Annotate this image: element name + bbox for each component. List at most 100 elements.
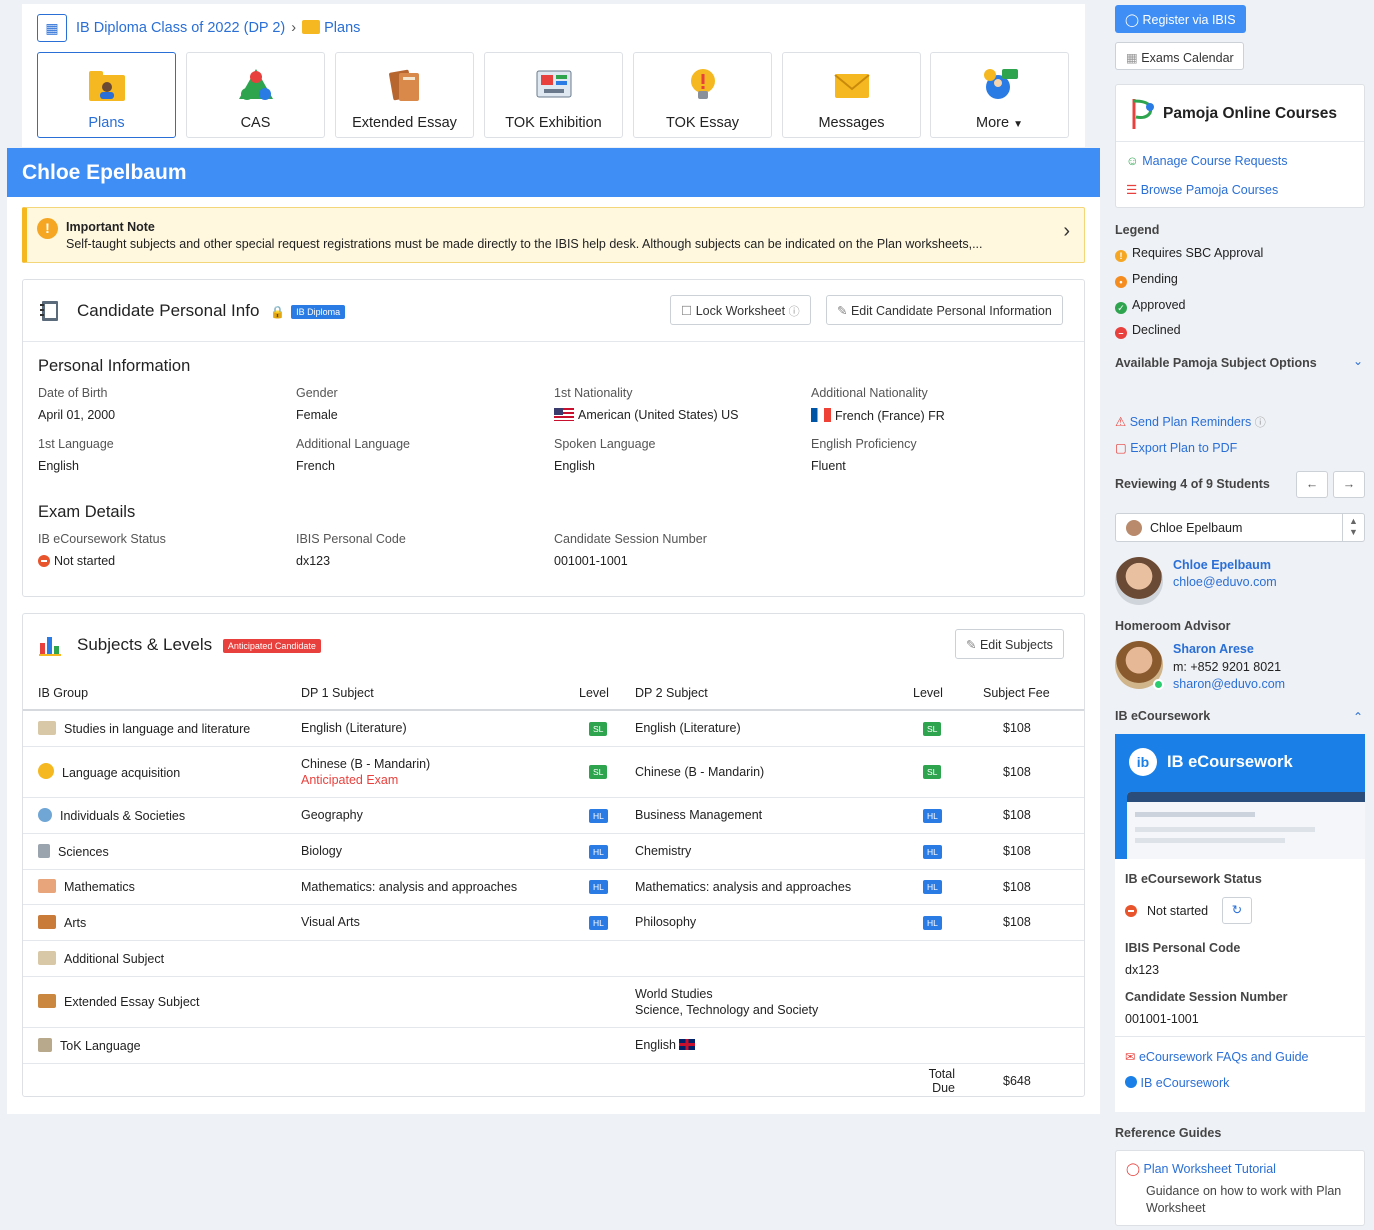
dp2-subject: Chinese (B - Mandarin) xyxy=(635,746,913,798)
lock-icon: ☐ xyxy=(681,304,693,318)
nav-tile-tok-exhibition[interactable]: TOK Exhibition xyxy=(484,52,623,138)
student-avatar xyxy=(1115,557,1163,605)
envelope-icon xyxy=(833,74,870,98)
refresh-button[interactable]: ↻ xyxy=(1222,897,1252,924)
bell-icon: ⚠ xyxy=(1115,415,1127,429)
arrow-left-icon: ← xyxy=(1305,477,1319,491)
book-icon xyxy=(38,720,56,735)
total-row: Total Due $648 xyxy=(23,1063,1084,1098)
important-note-banner[interactable]: ! Important Note Self-taught subjects an… xyxy=(22,207,1085,263)
student-name-link[interactable]: Chloe Epelbaum xyxy=(1173,558,1271,572)
nav-tile-messages[interactable]: Messages xyxy=(782,52,921,138)
nav-tile-tok-essay[interactable]: TOK Essay xyxy=(633,52,772,138)
subject-fee: $108 xyxy=(969,797,1084,834)
exhibition-icon xyxy=(536,70,571,98)
help-chat-icon xyxy=(983,69,1018,99)
nav-tile-label: Messages xyxy=(818,115,885,131)
nav-tile-more[interactable]: More ▼ xyxy=(930,52,1069,138)
nav-tile-label: TOK Essay xyxy=(665,115,740,131)
breadcrumb-class-link[interactable]: IB Diploma Class of 2022 (DP 2) xyxy=(76,20,285,36)
breadcrumb-plans-link[interactable]: Plans xyxy=(324,20,360,36)
total-due-value: $648 xyxy=(1003,1073,1031,1088)
student-select[interactable]: Chloe Epelbaum ▲ ▼ xyxy=(1115,513,1365,542)
level-badge: HL xyxy=(589,844,608,859)
level-badge: HL xyxy=(589,880,608,894)
advisor-email-link[interactable]: sharon@eduvo.com xyxy=(1173,677,1285,691)
manage-course-requests-link[interactable]: ☺ Manage Course Requests xyxy=(1126,154,1287,168)
table-row: Arts Visual Arts HL Philosophy HL $108 xyxy=(23,904,1084,941)
subject-fee: $108 xyxy=(969,710,1084,747)
edit-subjects-label: Edit Subjects xyxy=(979,638,1053,652)
select-arrows-icon: ▲ ▼ xyxy=(1349,516,1358,537)
group-name: Additional Subject xyxy=(64,951,165,966)
ibis-code-value: dx123 xyxy=(296,554,331,568)
session-number-value: 001001-1001 xyxy=(554,554,628,568)
advisor-name-link[interactable]: Sharon Arese xyxy=(1173,642,1254,656)
ibis-code-label: IBIS Personal Code xyxy=(296,532,406,546)
chevron-down-icon[interactable]: ⌄ xyxy=(1353,354,1363,368)
group-name: Individuals & Societies xyxy=(60,808,186,823)
compass-icon xyxy=(38,879,56,893)
uk-flag-icon xyxy=(679,1039,696,1050)
palette-icon xyxy=(38,914,56,929)
plan-worksheet-tutorial-label: Plan Worksheet Tutorial xyxy=(1143,1162,1276,1176)
dp1-subject: Mathematics: analysis and approaches xyxy=(301,869,579,905)
ecoursework-status-label: IB eCoursework Status xyxy=(38,532,166,546)
manage-course-requests-label: Manage Course Requests xyxy=(1142,154,1288,168)
lock-worksheet-button[interactable]: ☐ Lock Worksheet ⓘ xyxy=(670,295,811,325)
spoken-language-value: English xyxy=(554,459,595,473)
browse-pamoja-courses-link[interactable]: ☰ Browse Pamoja Courses xyxy=(1126,182,1278,197)
student-select-value: Chloe Epelbaum xyxy=(1150,521,1243,535)
divider xyxy=(1342,514,1343,541)
reference-guide-description: Guidance on how to work with Plan Worksh… xyxy=(1146,1184,1342,1215)
plan-worksheet-tutorial-link[interactable]: ◯ Plan Worksheet Tutorial xyxy=(1126,1161,1276,1176)
dp1-subject: Chinese (B - Mandarin) xyxy=(301,756,431,771)
edit-personal-info-button[interactable]: ✎ Edit Candidate Personal Information xyxy=(826,295,1063,325)
group-name: Sciences xyxy=(58,844,109,859)
table-row: Individuals & Societies Geography HL Bus… xyxy=(23,797,1084,834)
chevron-right-icon[interactable]: › xyxy=(1063,220,1070,243)
level-badge: HL xyxy=(589,915,608,930)
export-plan-pdf-link[interactable]: ▢ Export Plan to PDF xyxy=(1115,440,1237,455)
apps-grid-icon[interactable]: ▦ xyxy=(37,14,67,42)
ecw-session-label: Candidate Session Number xyxy=(1125,990,1288,1004)
fr-flag-icon xyxy=(811,408,831,422)
nav-tile-plans[interactable]: Plans xyxy=(37,52,176,138)
total-due-label: Total Due xyxy=(928,1066,955,1095)
export-plan-pdf-label: Export Plan to PDF xyxy=(1130,441,1238,455)
group-name: Extended Essay Subject xyxy=(64,995,200,1009)
nav-tile-label: CAS xyxy=(240,115,271,131)
table-row: Extended Essay Subject World Studies Scie… xyxy=(23,976,1084,1028)
send-plan-reminders-link[interactable]: ⚠ Send Plan Reminders ⓘ xyxy=(1115,414,1266,430)
exclamation-icon: ! xyxy=(1115,250,1127,262)
ecw-app-link[interactable]: IB eCoursework xyxy=(1125,1076,1229,1090)
register-ibis-button[interactable]: ◯ Register via IBIS xyxy=(1115,5,1246,33)
card-title: Candidate Personal Info xyxy=(77,301,260,320)
nav-tile-label: More xyxy=(976,115,1010,131)
table-header-row: IB Group DP 1 Subject Level DP 2 Subject… xyxy=(23,676,1084,711)
note-body: Self-taught subjects and other special r… xyxy=(66,237,983,251)
exams-calendar-button[interactable]: ▦ Exams Calendar xyxy=(1115,42,1244,70)
chevron-up-icon[interactable]: ⌃ xyxy=(1353,710,1363,724)
pamoja-options-toggle[interactable]: Available Pamoja Subject Options xyxy=(1115,356,1317,370)
globe-icon xyxy=(38,807,52,822)
ecw-code-value: dx123 xyxy=(1125,963,1160,977)
pamoja-logo-icon xyxy=(1132,99,1154,129)
legend-requires-sbc: Requires SBC Approval xyxy=(1132,246,1264,260)
reference-guide-card: ◯ Plan Worksheet Tutorial Guidance on ho… xyxy=(1115,1150,1365,1226)
advisor-phone: m: +852 9201 8021 xyxy=(1173,660,1282,674)
ecw-faq-link[interactable]: ✉ eCoursework FAQs and Guide xyxy=(1125,1049,1309,1064)
info-icon: ⓘ xyxy=(1254,417,1266,429)
nav-tile-cas[interactable]: CAS xyxy=(186,52,325,138)
edit-subjects-button[interactable]: ✎ Edit Subjects xyxy=(955,629,1064,659)
ecw-status-label: IB eCoursework Status xyxy=(1125,872,1262,886)
breadcrumb: IB Diploma Class of 2022 (DP 2) › Plans xyxy=(76,20,360,36)
student-email-link[interactable]: chloe@eduvo.com xyxy=(1173,575,1277,589)
lock-worksheet-label: Lock Worksheet xyxy=(695,304,786,318)
level-badge: HL xyxy=(589,808,608,823)
next-student-button[interactable]: → xyxy=(1333,471,1365,498)
divider xyxy=(1116,141,1364,142)
previous-student-button[interactable]: ← xyxy=(1296,471,1328,498)
nav-tile-extended-essay[interactable]: Extended Essay xyxy=(335,52,474,138)
subject-fee: $108 xyxy=(969,746,1084,798)
